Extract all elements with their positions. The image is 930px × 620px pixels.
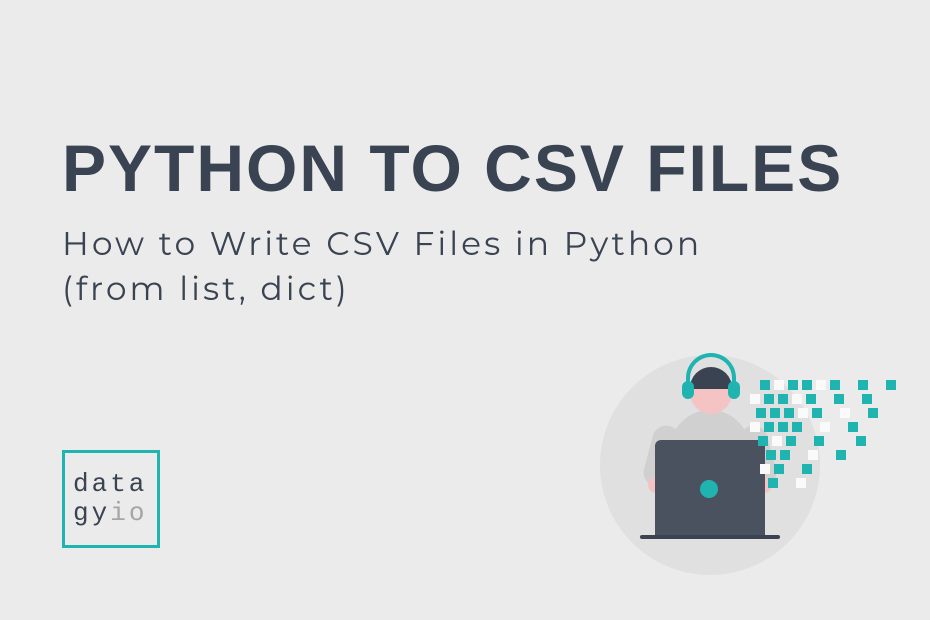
subtitle-line-1: How to Write CSV Files in Python <box>62 224 702 264</box>
pixel-pattern-icon <box>750 380 900 500</box>
logo-line-2: gyio <box>73 499 149 528</box>
laptop-base-icon <box>640 535 780 539</box>
logo-line-1: data <box>73 470 149 499</box>
brand-logo: data gyio <box>62 450 160 548</box>
subtitle-line-2: (from list, dict) <box>62 269 350 309</box>
headphone-left-icon <box>682 381 694 399</box>
page-title: PYTHON TO CSV FILES <box>62 130 843 206</box>
page-subtitle: How to Write CSV Files in Python (from l… <box>62 222 702 311</box>
laptop-logo-icon <box>700 480 718 498</box>
headphone-right-icon <box>728 381 740 399</box>
hero-illustration <box>600 345 900 585</box>
